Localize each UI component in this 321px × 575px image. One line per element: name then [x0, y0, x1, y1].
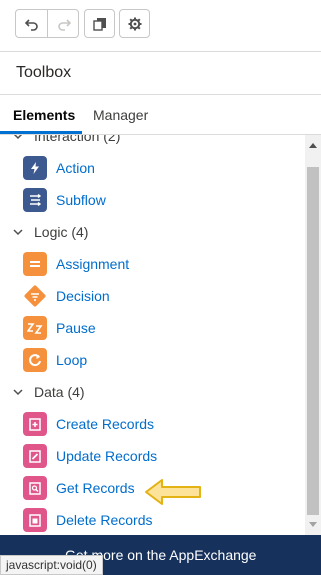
item-label: Create Records: [56, 416, 155, 432]
undo-redo-group: [15, 9, 79, 38]
toolbar: [0, 0, 321, 50]
update-records-icon: [23, 444, 47, 468]
section-label: Interaction (2): [34, 135, 121, 144]
toolbox-item-update-records[interactable]: Update Records: [23, 444, 157, 468]
lightning-icon: [23, 156, 47, 180]
elements-list: Interaction (2) Action Subflow Logic (4)…: [0, 135, 305, 535]
status-bar-url: javascript:void(0): [0, 555, 103, 575]
copy-button[interactable]: [84, 9, 115, 38]
toolbox-item-loop[interactable]: Loop: [23, 348, 87, 372]
scrollbar[interactable]: [305, 135, 321, 535]
toolbox-item-assignment[interactable]: Assignment: [23, 252, 129, 276]
toolbox-item-action[interactable]: Action: [23, 156, 95, 180]
decision-icon: [23, 284, 47, 308]
toolbox-item-get-records[interactable]: Get Records: [23, 476, 135, 500]
annotation-arrow-icon: [145, 479, 201, 505]
tab-elements[interactable]: Elements: [13, 107, 75, 123]
item-label: Pause: [56, 320, 96, 336]
toolbox-title: Toolbox: [16, 64, 72, 81]
item-label: Subflow: [56, 192, 106, 208]
item-label: Delete Records: [56, 512, 153, 528]
tab-bar: Elements Manager: [0, 95, 321, 135]
toolbox-header: Toolbox: [0, 51, 321, 95]
chevron-down-icon: [12, 135, 26, 143]
scroll-up-arrow-icon[interactable]: [305, 137, 321, 153]
section-interaction[interactable]: Interaction (2): [12, 135, 120, 144]
active-tab-indicator: [0, 131, 82, 134]
gear-icon: [128, 17, 141, 30]
section-logic[interactable]: Logic (4): [12, 224, 88, 240]
toolbox-item-delete-records[interactable]: Delete Records: [23, 508, 153, 532]
subflow-icon: [23, 188, 47, 212]
toolbox-item-create-records[interactable]: Create Records: [23, 412, 154, 436]
delete-records-icon: [23, 508, 47, 532]
section-label: Data (4): [34, 384, 85, 400]
item-label: Update Records: [56, 448, 158, 464]
scroll-down-arrow-icon[interactable]: [305, 517, 321, 533]
chevron-down-icon: [12, 225, 26, 239]
item-label: Assignment: [56, 256, 130, 272]
undo-button[interactable]: [16, 10, 47, 37]
toolbox-item-decision[interactable]: Decision: [23, 284, 110, 308]
section-label: Logic (4): [34, 224, 89, 240]
toolbox-item-subflow[interactable]: Subflow: [23, 188, 106, 212]
chevron-down-icon: [12, 385, 26, 399]
create-records-icon: [23, 412, 47, 436]
toolbox-item-pause[interactable]: Pause: [23, 316, 96, 340]
undo-icon: [24, 18, 38, 31]
loop-icon: [23, 348, 47, 372]
tab-manager[interactable]: Manager: [93, 107, 148, 123]
scrollbar-thumb[interactable]: [307, 167, 319, 515]
pause-icon: [23, 316, 47, 340]
redo-icon: [57, 18, 71, 31]
settings-button[interactable]: [119, 9, 150, 38]
item-label: Loop: [56, 352, 88, 368]
assignment-icon: [23, 252, 47, 276]
get-records-icon: [23, 476, 47, 500]
section-data[interactable]: Data (4): [12, 384, 85, 400]
redo-button[interactable]: [48, 10, 79, 37]
item-label: Get Records: [56, 480, 135, 496]
copy-icon: [92, 17, 106, 31]
item-label: Action: [56, 160, 95, 176]
item-label: Decision: [56, 288, 110, 304]
